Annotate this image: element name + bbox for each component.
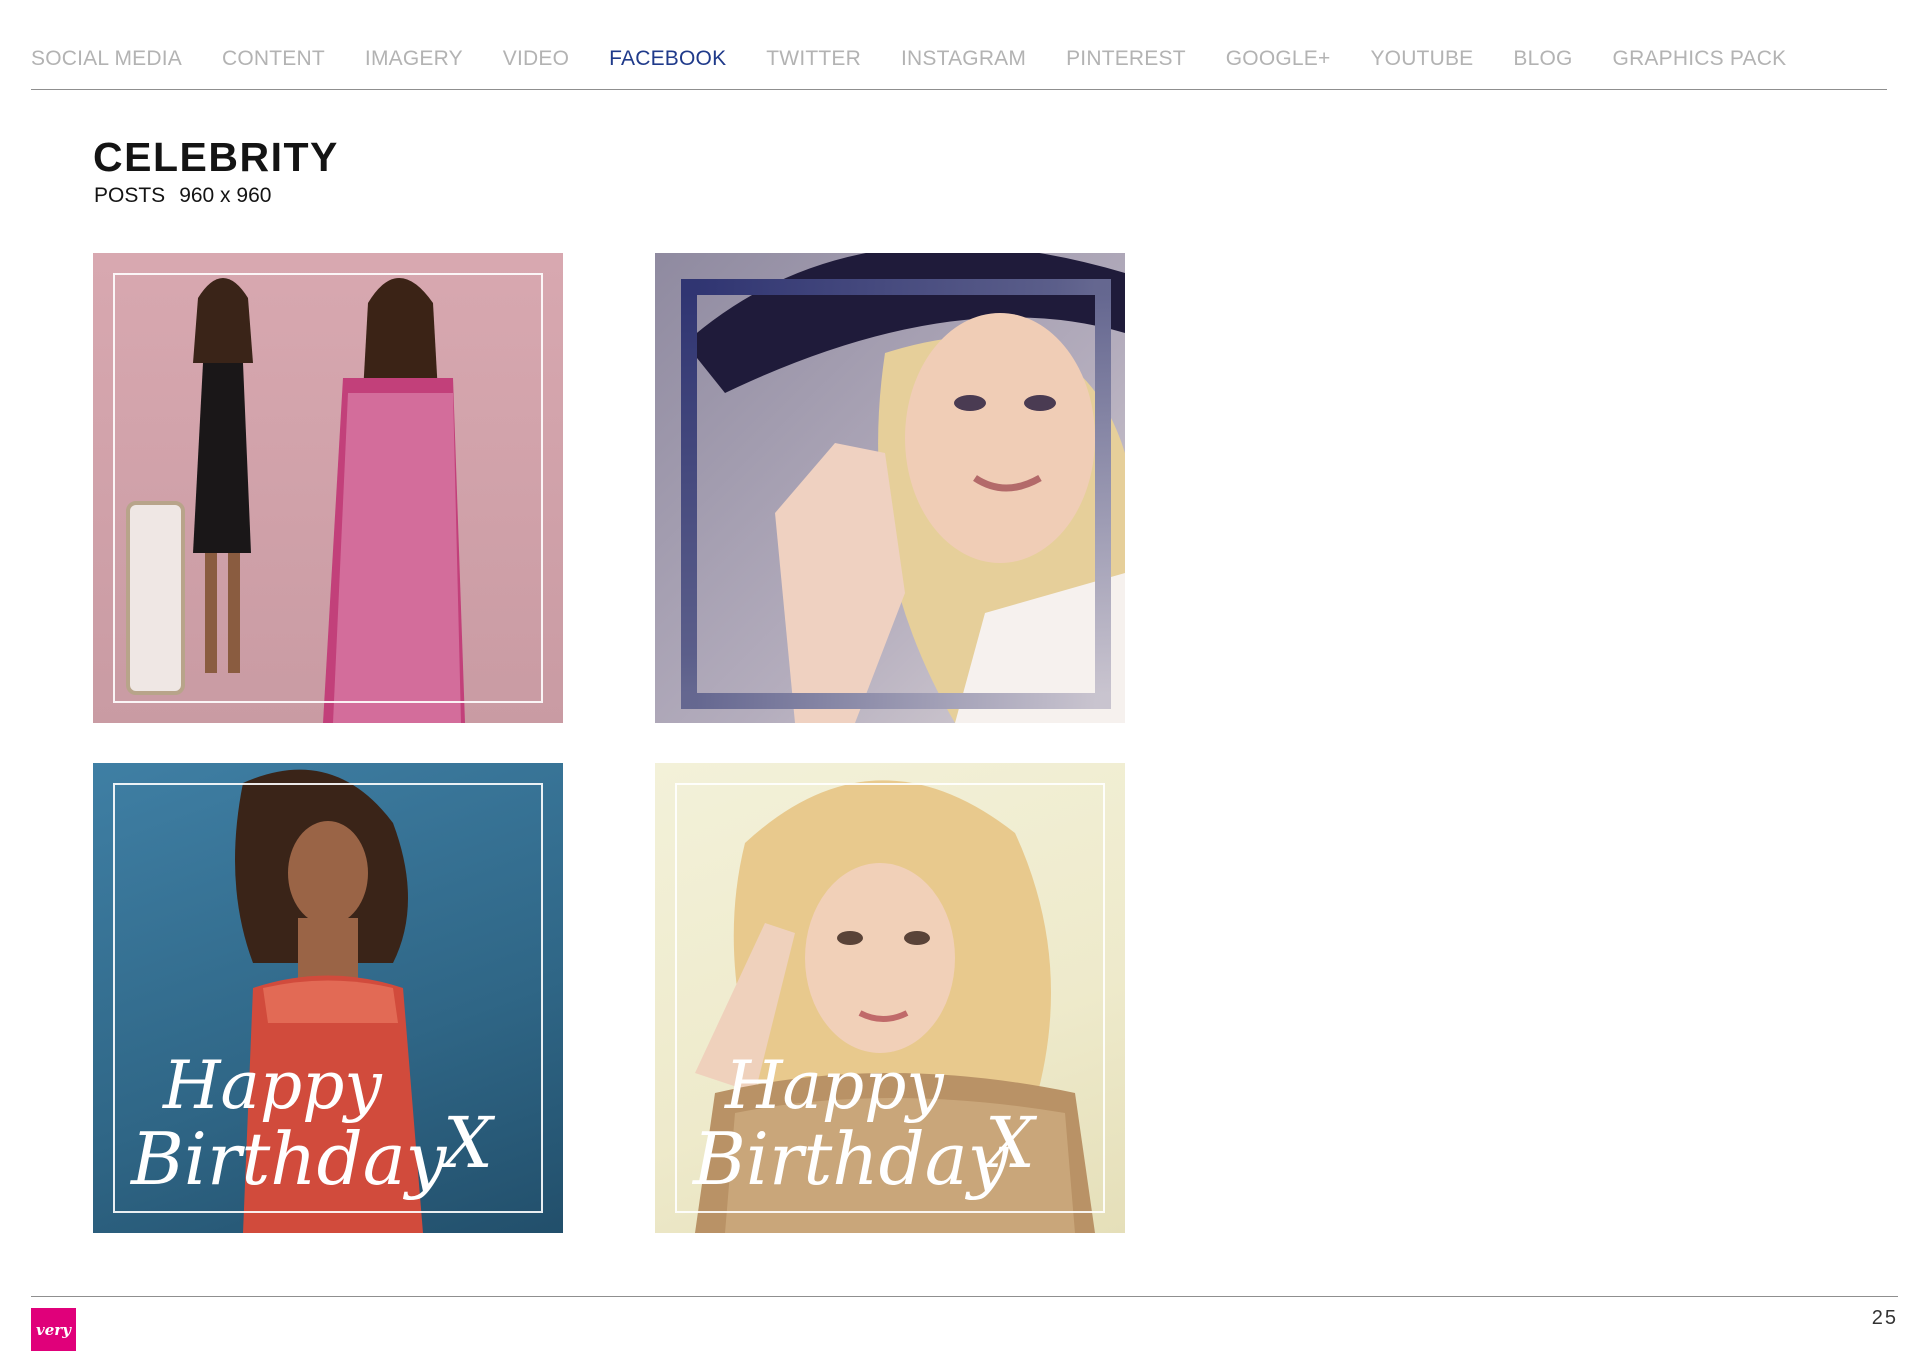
nav-item-pinterest[interactable]: PINTEREST — [1066, 47, 1186, 71]
celebrity-post-image-1 — [93, 253, 563, 723]
page-subtitle: POSTS 960 x 960 — [94, 184, 271, 208]
caption-happy: Happy — [725, 1047, 944, 1124]
caption-kiss-mark: X — [985, 1102, 1035, 1184]
celebrity-post-image-3: Happy Birthday X — [93, 763, 563, 1233]
nav-item-youtube[interactable]: YOUTUBE — [1370, 47, 1473, 71]
nav-item-video[interactable]: VIDEO — [503, 47, 569, 71]
page: SOCIAL MEDIA CONTENT IMAGERY VIDEO FACEB… — [0, 0, 1920, 1357]
tile-gradient-frame — [681, 279, 1111, 709]
caption-happy: Happy — [163, 1047, 382, 1124]
nav-item-imagery[interactable]: IMAGERY — [365, 47, 463, 71]
nav-item-social-media[interactable]: SOCIAL MEDIA — [31, 47, 182, 71]
page-title: CELEBRITY — [93, 134, 339, 180]
caption-kiss-mark: X — [443, 1102, 493, 1184]
footer-divider — [31, 1296, 1898, 1297]
caption-birthday: Birthday — [131, 1117, 447, 1201]
top-navigation: SOCIAL MEDIA CONTENT IMAGERY VIDEO FACEB… — [31, 40, 1887, 90]
nav-item-blog[interactable]: BLOG — [1513, 47, 1572, 71]
page-number: 25 — [1871, 1307, 1898, 1329]
celebrity-post-image-4: Happy Birthday X — [655, 763, 1125, 1233]
nav-item-content[interactable]: CONTENT — [222, 47, 325, 71]
celebrity-post-image-2 — [655, 253, 1125, 723]
subtitle-dimensions: 960 x 960 — [179, 184, 272, 207]
nav-item-twitter[interactable]: TWITTER — [766, 47, 861, 71]
nav-item-graphics-pack[interactable]: GRAPHICS PACK — [1613, 47, 1787, 71]
nav-item-facebook[interactable]: FACEBOOK — [609, 47, 726, 71]
nav-item-google-plus[interactable]: GOOGLE+ — [1226, 47, 1331, 71]
tile-frame — [113, 273, 543, 703]
caption-birthday: Birthday — [693, 1117, 1009, 1201]
nav-item-instagram[interactable]: INSTAGRAM — [901, 47, 1026, 71]
very-logo: very — [31, 1308, 76, 1351]
subtitle-label: POSTS — [94, 184, 166, 207]
